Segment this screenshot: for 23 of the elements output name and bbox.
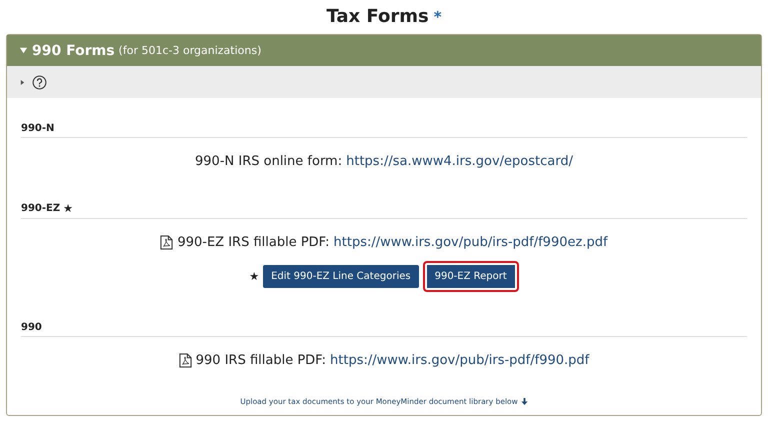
pdf-file-icon — [178, 353, 192, 368]
required-mark: * — [434, 8, 442, 26]
link-label: 990-EZ IRS fillable PDF: — [177, 235, 330, 250]
help-icon[interactable] — [32, 74, 47, 90]
panel-subheading: (for 501c-3 organizations) — [118, 44, 262, 57]
action-button[interactable]: Edit 990-EZ Line Categories — [263, 265, 419, 288]
panel-header[interactable]: 990 Forms (for 501c-3 organizations) — [7, 35, 761, 66]
action-button[interactable]: 990-EZ Report — [422, 261, 519, 292]
section-label: 990-EZ — [21, 203, 60, 214]
down-arrow-icon — [520, 398, 528, 405]
link-label: 990 IRS fillable PDF: — [196, 353, 326, 368]
link-label: 990-N IRS online form: — [195, 154, 342, 169]
caret-icon[interactable] — [20, 78, 25, 86]
pdf-file-icon — [160, 235, 174, 250]
page-title: Tax Forms — [326, 6, 429, 27]
star-icon: ★ — [63, 202, 73, 215]
section-label: 990 — [21, 322, 42, 333]
irs-link[interactable]: https://www.irs.gov/pub/irs-pdf/f990ez.pdf — [334, 235, 608, 250]
star-icon: ★ — [249, 270, 260, 283]
panel-heading: 990 Forms — [32, 42, 115, 58]
irs-link[interactable]: https://sa.www4.irs.gov/epostcard/ — [346, 154, 573, 169]
irs-link[interactable]: https://www.irs.gov/pub/irs-pdf/f990.pdf — [330, 353, 590, 368]
section-label: 990-N — [21, 123, 54, 134]
